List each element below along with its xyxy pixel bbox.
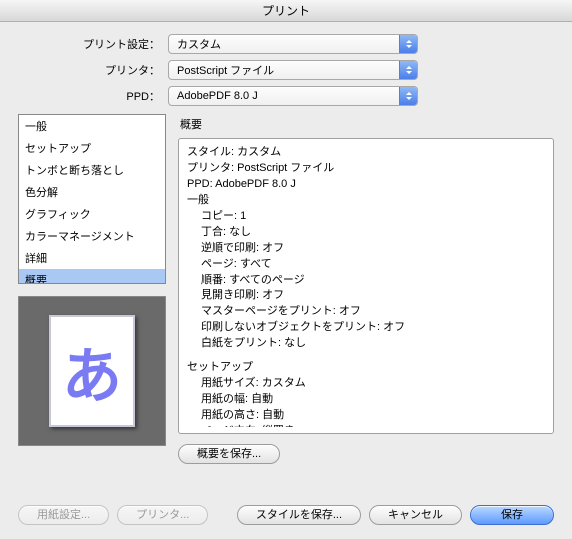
print-setting-select[interactable]: カスタム (168, 34, 418, 54)
summary-line: 用紙の高さ: 自動 (187, 408, 545, 424)
category-item[interactable]: セットアップ (19, 137, 165, 159)
save-button[interactable]: 保存 (470, 505, 554, 525)
preview-glyph: あ (62, 328, 122, 415)
save-style-button[interactable]: スタイルを保存... (237, 505, 361, 525)
printer-select[interactable]: PostScript ファイル (168, 60, 418, 80)
category-item[interactable]: 一般 (19, 115, 165, 137)
updown-icon (399, 61, 417, 79)
category-item[interactable]: カラーマネージメント (19, 225, 165, 247)
category-item[interactable]: 色分解 (19, 181, 165, 203)
summary-line: コピー: 1 (187, 209, 545, 225)
save-summary-button[interactable]: 概要を保存... (178, 444, 280, 464)
summary-line: プリンタ: PostScript ファイル (187, 161, 545, 177)
summary-line: ページ方向: 縦置き (187, 424, 545, 427)
printer-value: PostScript ファイル (177, 62, 274, 78)
ppd-select[interactable]: AdobePDF 8.0 J (168, 86, 418, 106)
summary-line: 用紙の幅: 自動 (187, 392, 545, 408)
summary-header: セットアップ (187, 360, 545, 376)
summary-scroll[interactable]: スタイル: カスタム プリンタ: PostScript ファイル PPD: Ad… (187, 145, 549, 427)
summary-line: 見開き印刷: オフ (187, 288, 545, 304)
summary-line: 印刷しないオブジェクトをプリント: オフ (187, 320, 545, 336)
summary-line: 順番: すべてのページ (187, 273, 545, 289)
page-setup-button[interactable]: 用紙設定... (18, 505, 109, 525)
summary-line: 逆順で印刷: オフ (187, 241, 545, 257)
summary-line: PPD: AdobePDF 8.0 J (187, 177, 545, 193)
updown-icon (399, 87, 417, 105)
print-setting-value: カスタム (177, 36, 221, 52)
print-dialog: プリント プリント設定： カスタム プリンタ： PostScript ファイル … (0, 0, 572, 539)
cancel-button[interactable]: キャンセル (369, 505, 462, 525)
category-item[interactable]: 詳細 (19, 247, 165, 269)
summary-line: マスターページをプリント: オフ (187, 304, 545, 320)
page-preview: あ (18, 296, 166, 446)
updown-icon (399, 35, 417, 53)
footer: 用紙設定... プリンタ... スタイルを保存... キャンセル 保存 (18, 505, 554, 525)
category-item[interactable]: 概要 (19, 269, 165, 284)
summary-box: スタイル: カスタム プリンタ: PostScript ファイル PPD: Ad… (178, 138, 554, 434)
ppd-label: PPD： (18, 88, 168, 104)
window-title: プリント (0, 0, 572, 22)
print-setting-label: プリント設定： (18, 36, 168, 52)
printer-button[interactable]: プリンタ... (117, 505, 208, 525)
summary-line: 丁合: なし (187, 225, 545, 241)
printer-label: プリンタ： (18, 62, 168, 78)
category-item[interactable]: トンボと断ち落とし (19, 159, 165, 181)
page-thumbnail: あ (49, 315, 135, 427)
ppd-value: AdobePDF 8.0 J (177, 90, 258, 102)
summary-line: スタイル: カスタム (187, 145, 545, 161)
category-item[interactable]: グラフィック (19, 203, 165, 225)
summary-line: 白紙をプリント: なし (187, 336, 545, 352)
summary-header: 一般 (187, 193, 545, 209)
category-list[interactable]: 一般セットアップトンボと断ち落とし色分解グラフィックカラーマネージメント詳細概要 (18, 114, 166, 284)
summary-line: ページ: すべて (187, 257, 545, 273)
section-title: 概要 (180, 116, 554, 132)
summary-line: 用紙サイズ: カスタム (187, 376, 545, 392)
